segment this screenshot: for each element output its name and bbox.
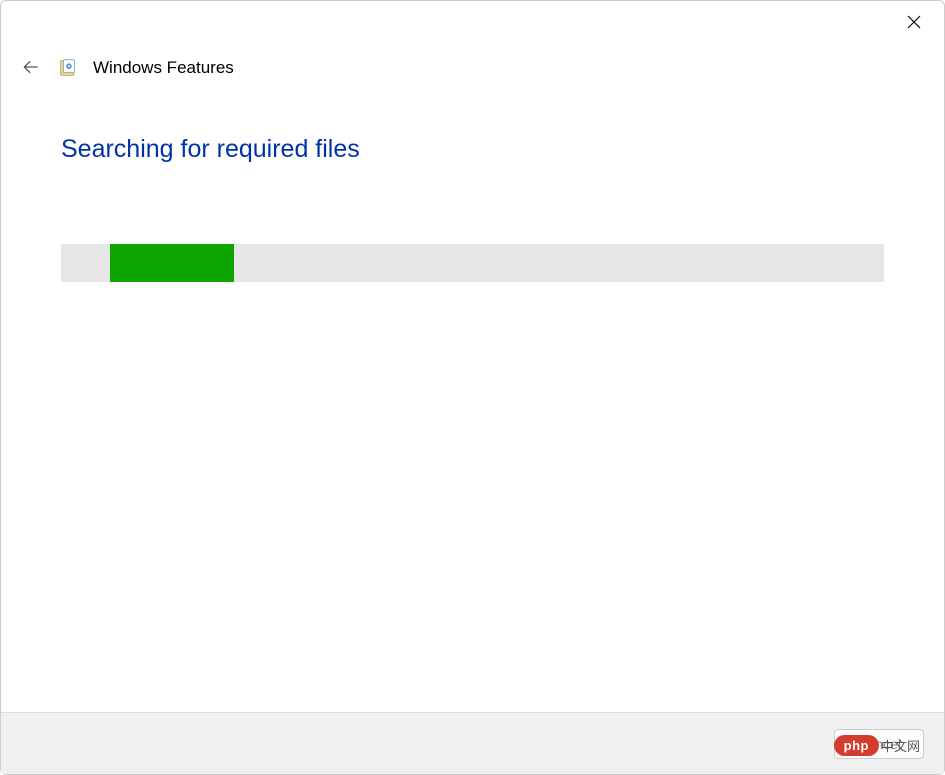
close-icon: [905, 13, 923, 34]
close-button[interactable]: [902, 11, 926, 35]
status-heading: Searching for required files: [61, 135, 884, 164]
dialog-title: Windows Features: [93, 58, 234, 78]
back-button[interactable]: [19, 56, 43, 80]
programs-features-icon: [57, 57, 79, 79]
back-arrow-icon: [21, 57, 41, 80]
windows-features-dialog: Windows Features Searching for required …: [0, 0, 945, 775]
progress-indicator: [110, 244, 233, 282]
progress-track: [61, 244, 884, 282]
dialog-header: Windows Features: [1, 1, 944, 80]
dialog-footer: Cancel: [1, 712, 944, 774]
dialog-content: Searching for required files: [1, 80, 944, 712]
cancel-button[interactable]: Cancel: [834, 729, 924, 759]
